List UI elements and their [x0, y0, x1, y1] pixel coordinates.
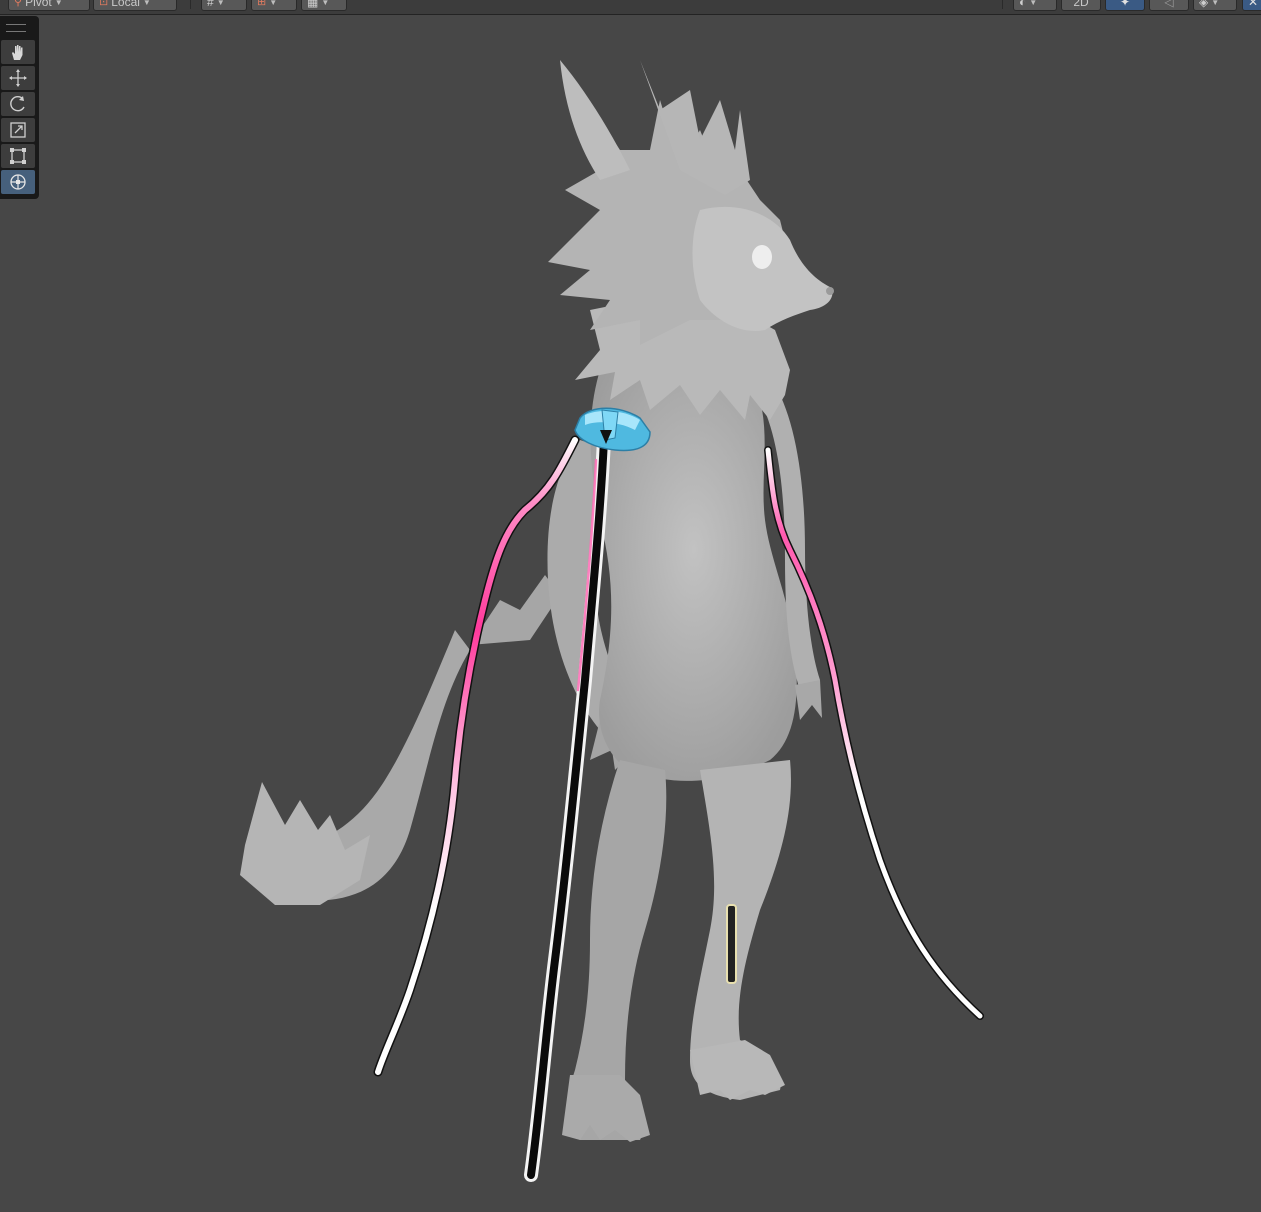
scale-tool-button[interactable]: [1, 118, 35, 142]
drag-handle-icon[interactable]: [6, 24, 26, 32]
snap-icon: ⊞: [257, 0, 267, 8]
chevron-down-icon: ▼: [1029, 0, 1038, 7]
local-label: Local: [111, 0, 140, 9]
chevron-down-icon: ▼: [1211, 0, 1220, 7]
draw-mode-dropdown[interactable]: ◐ ▼: [1013, 0, 1057, 11]
effects-dropdown[interactable]: ◈ ▼: [1193, 0, 1237, 11]
scene-viewport[interactable]: [0, 15, 1261, 1207]
pivot-label: Pivot: [25, 0, 52, 9]
grid-snap-button[interactable]: # ▼: [201, 0, 247, 11]
light-icon: ✦: [1119, 0, 1131, 9]
pivot-icon: ⚲: [14, 0, 23, 8]
hand-tool-button[interactable]: [1, 40, 35, 64]
grid-snap-icon: #: [207, 0, 214, 9]
mode-2d-button[interactable]: 2D: [1061, 0, 1101, 11]
shading-icon: ◐: [1019, 0, 1027, 9]
rect-transform-icon: [10, 148, 26, 164]
pivot-dropdown[interactable]: ⚲ Pivot ▼: [8, 0, 90, 11]
local-icon: ⊡: [99, 0, 109, 8]
chevron-down-icon: ▼: [54, 0, 63, 7]
scene-render: [240, 60, 984, 1182]
chevron-down-icon: ▼: [321, 0, 330, 7]
grid-icon: ▦: [307, 0, 319, 9]
character-model[interactable]: [240, 60, 834, 1142]
transform-tool-button[interactable]: [1, 170, 35, 194]
audio-toggle[interactable]: ◁: [1149, 0, 1189, 11]
nose: [826, 287, 834, 295]
move-arrows-icon: [9, 69, 27, 87]
lighting-toggle[interactable]: ✦: [1105, 0, 1145, 11]
chevron-down-icon: ▼: [216, 0, 225, 7]
effects-icon: ◈: [1199, 0, 1209, 9]
rect-tool-button[interactable]: [1, 144, 35, 168]
tool-palette: [0, 16, 39, 199]
rotate-tool-button[interactable]: [1, 92, 35, 116]
scale-icon: [10, 122, 26, 138]
mode-2d-label: 2D: [1073, 0, 1089, 9]
chevron-down-icon: ▼: [269, 0, 278, 7]
far-foot: [562, 1075, 650, 1142]
ear-left: [560, 60, 630, 180]
chevron-down-icon: ▼: [142, 0, 151, 7]
eye: [752, 245, 772, 269]
transform-icon: [10, 174, 26, 190]
grid-button[interactable]: ▦ ▼: [301, 0, 347, 11]
near-hand: [795, 680, 822, 720]
scene-toolbar: ⚲ Pivot ▼ ⊡ Local ▼ # ▼ ⊞ ▼ ▦ ▼ ◐ ▼ 2D ✦…: [0, 0, 1261, 15]
snap-increment-button[interactable]: ⊞ ▼: [251, 0, 297, 11]
hand-icon: [12, 45, 23, 60]
local-dropdown[interactable]: ⊡ Local ▼: [93, 0, 177, 11]
close-icon: ✕: [1248, 0, 1259, 9]
toolbar-divider: [1002, 0, 1003, 9]
near-foot: [690, 1040, 785, 1100]
move-tool-button[interactable]: [1, 66, 35, 90]
speaker-icon: ◁: [1164, 0, 1174, 9]
rotate-icon: [10, 96, 25, 112]
gizmos-toggle[interactable]: ✕: [1242, 0, 1261, 11]
toolbar-divider: [190, 0, 191, 9]
ground-stick: [726, 904, 737, 984]
